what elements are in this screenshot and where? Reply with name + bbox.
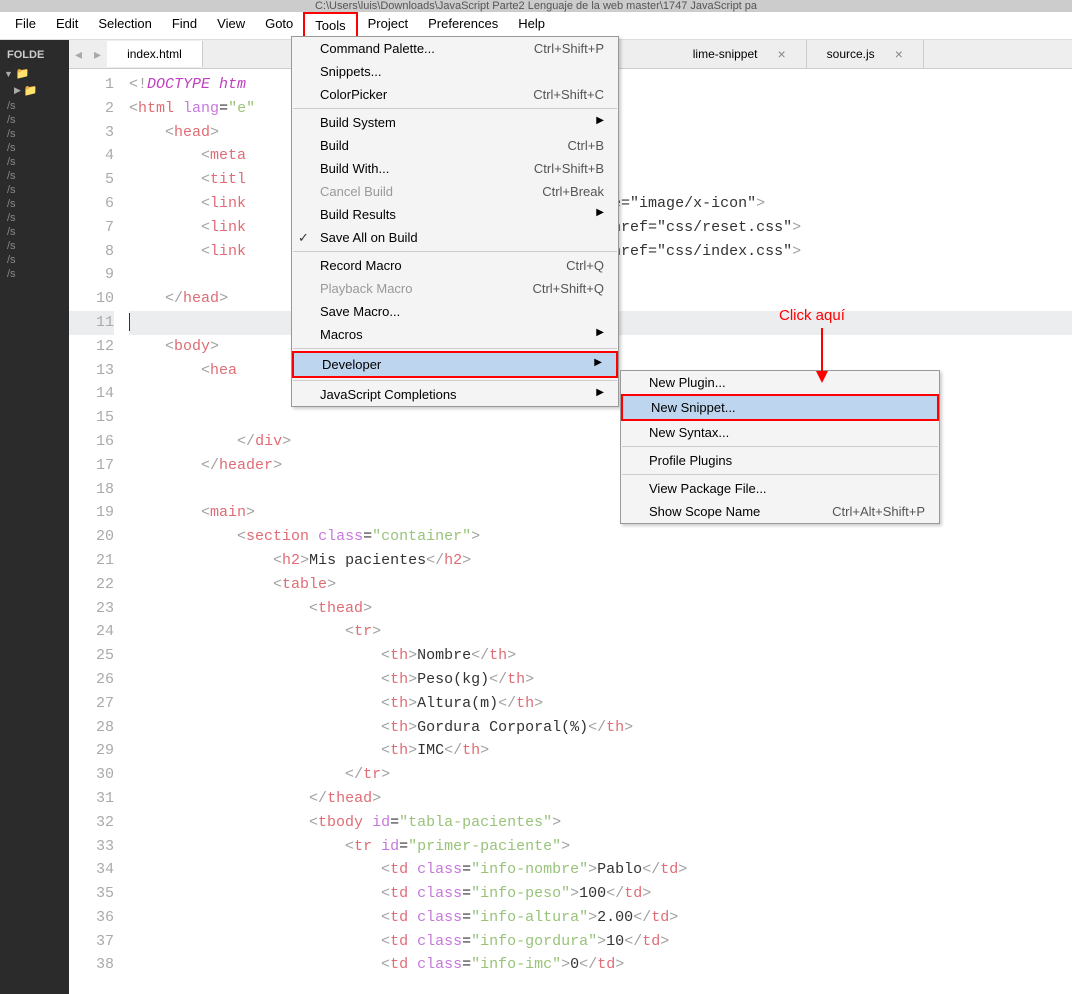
- sidebar-file[interactable]: /s: [0, 155, 69, 169]
- menu-item-colorpicker[interactable]: ColorPickerCtrl+Shift+C: [292, 83, 618, 106]
- tab-label: source.js: [827, 47, 875, 61]
- menu-project[interactable]: Project: [358, 12, 418, 39]
- tab-source-js[interactable]: source.js ×: [807, 40, 924, 68]
- sidebar-title: FOLDE: [0, 45, 69, 65]
- sidebar-file[interactable]: /s: [0, 141, 69, 155]
- menu-edit[interactable]: Edit: [46, 12, 88, 39]
- folder-icon: 📁: [16, 67, 30, 80]
- tab-snippet[interactable]: lime-snippet ×: [673, 40, 807, 68]
- titlebar: C:\Users\luis\Downloads\JavaScript Parte…: [0, 0, 1072, 12]
- menu-item-build-results[interactable]: Build Results▶: [292, 203, 618, 226]
- menu-item-build-system[interactable]: Build System▶: [292, 111, 618, 134]
- menu-item-build-with[interactable]: Build With...Ctrl+Shift+B: [292, 157, 618, 180]
- menu-preferences[interactable]: Preferences: [418, 12, 508, 39]
- annotation-label: Click aquí: [779, 307, 845, 324]
- menu-item-playback-macro: Playback MacroCtrl+Shift+Q: [292, 277, 618, 300]
- tab-index-html[interactable]: index.html: [107, 41, 203, 67]
- sidebar-file[interactable]: /s: [0, 99, 69, 113]
- sidebar-file[interactable]: /s: [0, 113, 69, 127]
- tools-dropdown: Command Palette...Ctrl+Shift+PSnippets..…: [291, 36, 619, 407]
- sidebar-file[interactable]: /s: [0, 127, 69, 141]
- line-gutter: 1234567891011121314151617181920212223242…: [69, 69, 129, 994]
- menu-item-cancel-build: Cancel BuildCtrl+Break: [292, 180, 618, 203]
- menu-item-build[interactable]: BuildCtrl+B: [292, 134, 618, 157]
- menu-item-profile-plugins[interactable]: Profile Plugins: [621, 449, 939, 472]
- tab-label: lime-snippet: [693, 47, 758, 61]
- sidebar-file[interactable]: /s: [0, 225, 69, 239]
- menu-item-developer[interactable]: Developer▶: [292, 351, 618, 378]
- folder-icon: 📁: [24, 84, 38, 97]
- folder-root[interactable]: ▼📁: [0, 65, 69, 82]
- menu-item-save-macro[interactable]: Save Macro...: [292, 300, 618, 323]
- menu-goto[interactable]: Goto: [255, 12, 303, 39]
- sidebar-file[interactable]: /s: [0, 211, 69, 225]
- sidebar-file[interactable]: /s: [0, 197, 69, 211]
- menu-item-show-scope-name[interactable]: Show Scope NameCtrl+Alt+Shift+P: [621, 500, 939, 523]
- menu-file[interactable]: File: [5, 12, 46, 39]
- chevron-down-icon: ▼: [4, 69, 13, 79]
- menu-item-new-snippet[interactable]: New Snippet...: [621, 394, 939, 421]
- menu-item-record-macro[interactable]: Record MacroCtrl+Q: [292, 254, 618, 277]
- menu-tools[interactable]: Tools: [303, 12, 357, 39]
- close-icon[interactable]: ×: [895, 46, 903, 62]
- tab-next-icon[interactable]: ▸: [88, 46, 107, 63]
- menu-view[interactable]: View: [207, 12, 255, 39]
- developer-submenu: New Plugin...New Snippet...New Syntax...…: [620, 370, 940, 524]
- sidebar-file[interactable]: /s: [0, 169, 69, 183]
- menu-item-new-plugin[interactable]: New Plugin...: [621, 371, 939, 394]
- menu-item-new-syntax[interactable]: New Syntax...: [621, 421, 939, 444]
- folder-sub[interactable]: ▶📁: [0, 82, 69, 99]
- annotation-arrow-icon: [812, 328, 842, 388]
- menu-item-save-all-on-build[interactable]: Save All on Build: [292, 226, 618, 249]
- tab-label: index.html: [127, 47, 182, 61]
- sidebar-file[interactable]: /s: [0, 253, 69, 267]
- sidebar-file[interactable]: /s: [0, 183, 69, 197]
- sidebar-file[interactable]: /s: [0, 239, 69, 253]
- sidebar-file[interactable]: /s: [0, 267, 69, 281]
- close-icon[interactable]: ×: [777, 46, 785, 62]
- tab-prev-icon[interactable]: ◂: [69, 46, 88, 63]
- menu-help[interactable]: Help: [508, 12, 555, 39]
- menu-item-macros[interactable]: Macros▶: [292, 323, 618, 346]
- sidebar: FOLDE ▼📁 ▶📁 /s/s/s/s/s/s/s/s/s/s/s/s/s: [0, 40, 69, 994]
- menu-item-javascript-completions[interactable]: JavaScript Completions▶: [292, 383, 618, 406]
- menu-item-command-palette[interactable]: Command Palette...Ctrl+Shift+P: [292, 37, 618, 60]
- menu-find[interactable]: Find: [162, 12, 207, 39]
- menu-item-snippets[interactable]: Snippets...: [292, 60, 618, 83]
- menu-item-view-package-file[interactable]: View Package File...: [621, 477, 939, 500]
- chevron-right-icon: ▶: [14, 85, 21, 96]
- menu-selection[interactable]: Selection: [88, 12, 161, 39]
